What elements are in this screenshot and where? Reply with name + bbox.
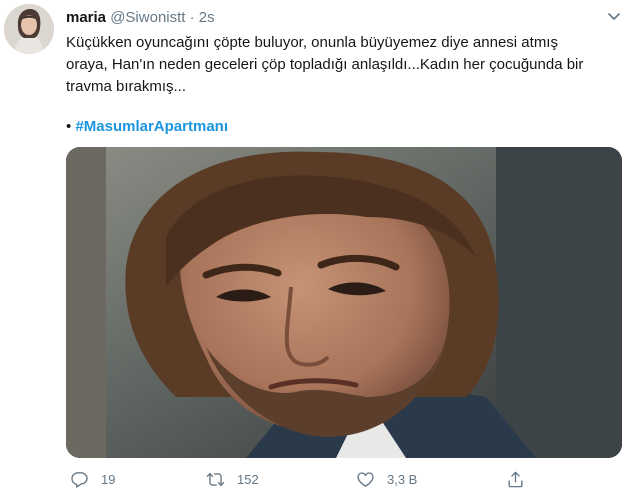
reply-button[interactable]: 19 xyxy=(70,466,115,492)
separator-dot: · xyxy=(189,9,195,26)
chevron-down-icon[interactable] xyxy=(606,8,622,24)
tweet-header: maria @Siwonistt · 2s xyxy=(66,9,215,27)
share-button[interactable] xyxy=(506,466,525,492)
tweet-media-image[interactable] xyxy=(66,147,622,458)
man-portrait-image xyxy=(66,147,622,458)
author-name[interactable]: maria xyxy=(66,9,106,26)
heart-icon xyxy=(357,471,374,487)
action-bar: 19 152 3,3 B xyxy=(66,466,622,492)
reply-icon xyxy=(71,471,88,488)
hashtag-link[interactable]: #MasumlarApartmanı xyxy=(75,118,228,135)
tweet-text: Küçükken oyuncağını çöpte buluyor, onunl… xyxy=(66,32,626,98)
retweet-icon xyxy=(206,472,225,486)
share-icon xyxy=(508,471,523,487)
timestamp[interactable]: 2s xyxy=(199,9,215,26)
avatar-image xyxy=(4,4,54,54)
tweet: maria @Siwonistt · 2s Küçükken oyuncağın… xyxy=(0,0,640,495)
bullet: • xyxy=(66,118,72,135)
tweet-text-line: Küçükken oyuncağını çöpte buluyor, onunl… xyxy=(66,34,558,51)
avatar[interactable] xyxy=(4,4,54,54)
reply-count: 19 xyxy=(101,471,116,487)
tweet-text-line: travma bırakmış... xyxy=(66,78,187,95)
retweet-button[interactable]: 152 xyxy=(206,466,259,492)
tweet-text-line: oraya, Han'ın neden geceleri çöp topladı… xyxy=(66,56,584,73)
hashtag-line: • #MasumlarApartmanı xyxy=(66,117,228,137)
like-count: 3,3 B xyxy=(387,471,418,487)
author-handle[interactable]: @Siwonistt xyxy=(110,9,185,26)
retweet-count: 152 xyxy=(237,471,259,487)
like-button[interactable]: 3,3 B xyxy=(356,466,417,492)
